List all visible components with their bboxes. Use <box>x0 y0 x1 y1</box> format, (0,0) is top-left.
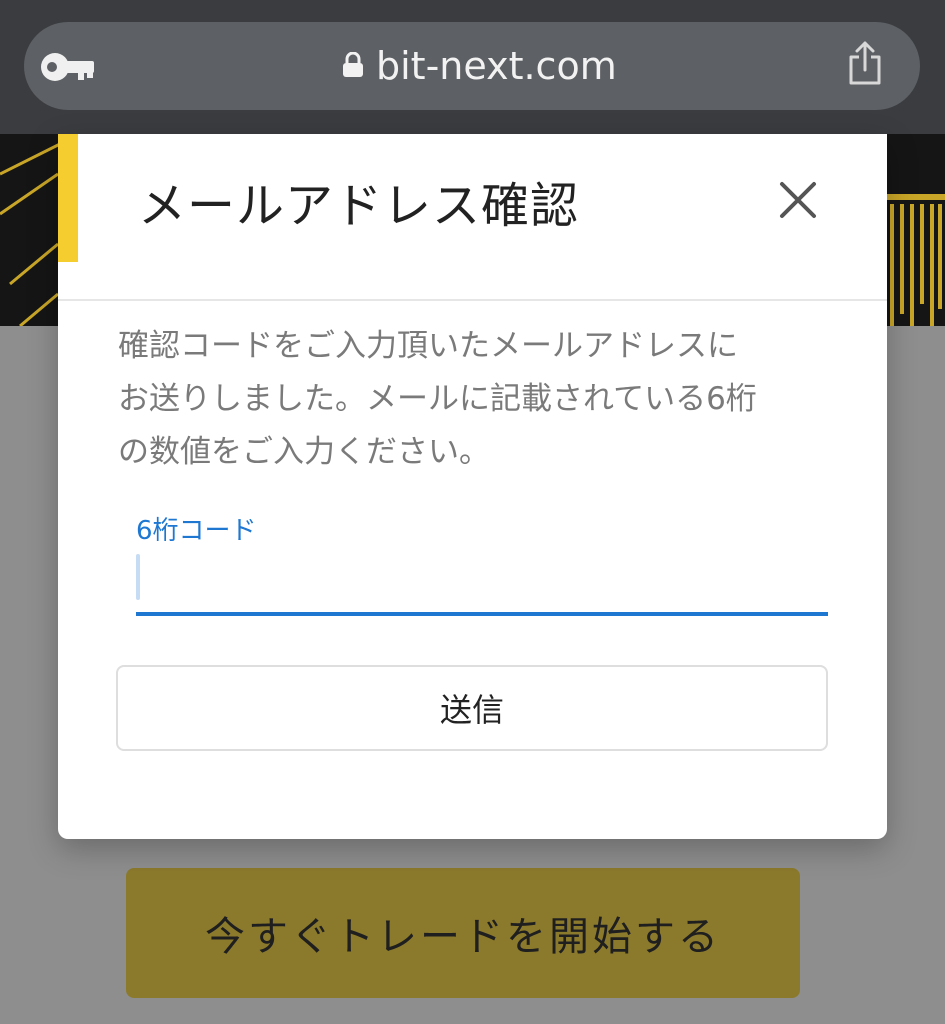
email-verification-dialog: メールアドレス確認 確認コードをご入力頂いたメールアドレスに お送りしました。メ… <box>58 134 887 839</box>
header-divider <box>58 299 887 301</box>
code-field-label: 6桁コード <box>136 516 257 546</box>
title-accent-bar <box>58 134 78 262</box>
text-cursor <box>136 554 140 600</box>
start-trading-button[interactable]: 今すぐトレードを開始する <box>126 868 800 998</box>
url-text[interactable]: bit-next.com <box>376 40 617 92</box>
key-icon[interactable] <box>40 50 96 84</box>
instruction-line: 確認コードをご入力頂いたメールアドレスに <box>118 328 738 364</box>
close-icon[interactable] <box>776 178 820 222</box>
dialog-title: メールアドレス確認 <box>138 178 580 234</box>
instruction-line: お送りしました。メールに記載されている6桁 <box>118 381 757 417</box>
instruction-line: の数値をご入力ください。 <box>118 434 490 470</box>
share-icon[interactable] <box>846 40 884 86</box>
instruction-text: 確認コードをご入力頂いたメールアドレスに お送りしました。メールに記載されている… <box>118 320 838 479</box>
verification-code-input[interactable] <box>136 550 828 616</box>
lock-icon <box>343 52 363 77</box>
submit-button[interactable]: 送信 <box>116 665 828 751</box>
browser-toolbar: bit-next.com <box>0 0 945 134</box>
